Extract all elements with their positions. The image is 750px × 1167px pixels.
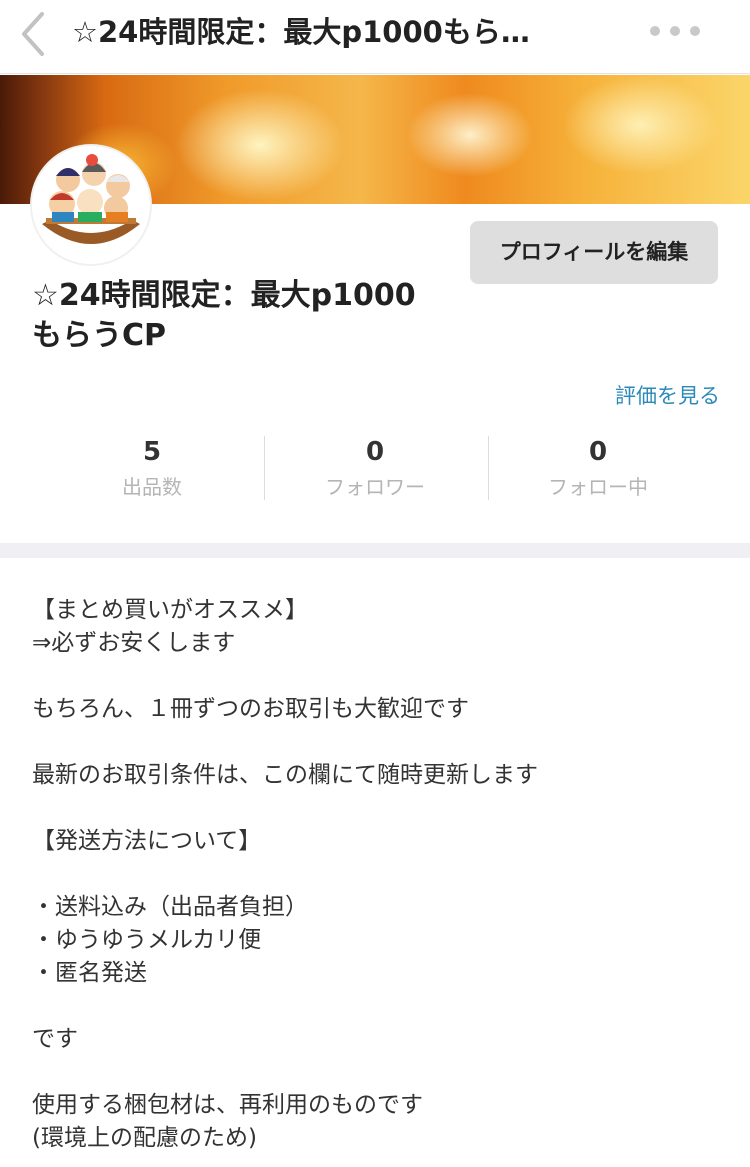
more-button[interactable] — [646, 16, 704, 46]
description-line: ・ゆうゆうメルカリ便 — [32, 927, 262, 953]
navigation-bar: ☆24時間限定：最大p1000もら… — [0, 0, 750, 74]
profile-stats: 5 出品数 0 フォロワー 0 フォロー中 — [40, 432, 710, 502]
stat-followers-value: 0 — [365, 437, 385, 467]
description-blank-line — [32, 792, 722, 825]
profile-name-line2: もらうCP — [32, 318, 167, 353]
view-ratings-link[interactable]: 評価を見る — [590, 380, 720, 412]
description-line: です — [32, 1026, 78, 1052]
page-title: ☆24時間限定：最大p1000もら… — [72, 15, 530, 49]
stat-followers[interactable]: 0 フォロワー — [263, 432, 487, 502]
edit-profile-button[interactable]: プロフィールを編集 — [470, 221, 718, 284]
description-line: 最新のお取引条件は、この欄にて随時更新します — [32, 762, 538, 788]
stat-listings-label: 出品数 — [122, 475, 182, 499]
description-blank-line — [32, 660, 722, 693]
description-blank-line — [32, 990, 722, 1023]
description-blank-line — [32, 726, 722, 759]
profile-description: 【まとめ買いがオススメ】 ⇒必ずお安くします もちろん、１冊ずつのお取引も大歓迎… — [32, 594, 722, 1155]
description-blank-line — [32, 1056, 722, 1089]
description-blank-line — [32, 858, 722, 891]
description-line: (環境上の配慮のため) — [32, 1125, 257, 1151]
description-line: 【発送方法について】 — [32, 828, 262, 854]
stat-following[interactable]: 0 フォロー中 — [486, 432, 710, 502]
description-line: ⇒必ずお安くします — [32, 630, 236, 656]
back-button[interactable] — [14, 8, 54, 60]
more-horizontal-icon — [650, 26, 700, 36]
chevron-left-icon — [22, 12, 44, 56]
stat-listings[interactable]: 5 出品数 — [40, 432, 264, 502]
description-line: もちろん、１冊ずつのお取引も大歓迎です — [32, 696, 469, 722]
profile-name: ☆24時間限定：最大p1000 もらうCP — [32, 276, 452, 356]
description-line: ・送料込み（出品者負担） — [32, 894, 308, 920]
stat-listings-value: 5 — [142, 437, 162, 467]
stat-following-label: フォロー中 — [548, 475, 648, 499]
seven-lucky-gods-avatar — [32, 146, 150, 264]
stat-following-value: 0 — [588, 437, 608, 467]
description-line: 【まとめ買いがオススメ】 — [32, 597, 308, 623]
stat-followers-label: フォロワー — [325, 475, 425, 499]
section-divider — [0, 543, 750, 558]
profile-name-line1: ☆24時間限定：最大p1000 — [32, 278, 416, 313]
description-line: 使用する梱包材は、再利用のものです — [32, 1092, 423, 1118]
description-line: ・匿名発送 — [32, 960, 147, 986]
avatar[interactable] — [30, 144, 152, 266]
